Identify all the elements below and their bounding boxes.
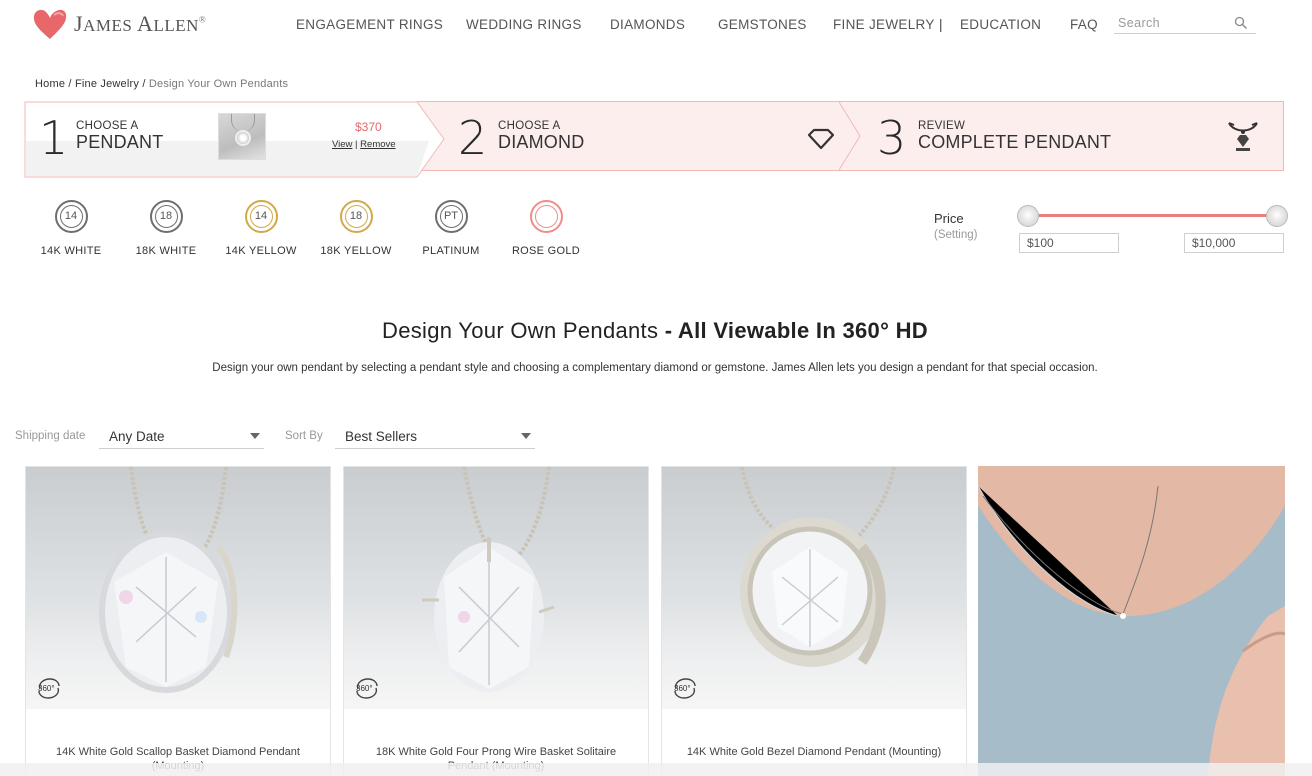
chevron-down-icon: [250, 433, 260, 439]
shipping-date-select[interactable]: Any Date: [99, 425, 264, 449]
search-icon[interactable]: [1234, 16, 1248, 30]
step-2-label: DIAMOND: [498, 132, 585, 152]
svg-text:360°: 360°: [674, 684, 691, 693]
pendant-photo: [99, 467, 238, 693]
nav-fine-jewelry[interactable]: FINE JEWELRY: [833, 17, 935, 32]
metal-18k-white[interactable]: 18 18K WHITE: [121, 200, 211, 257]
breadcrumb-home[interactable]: Home: [35, 78, 65, 90]
pendant-photo: [422, 467, 555, 692]
metal-label: 18K YELLOW: [320, 245, 392, 257]
metal-label: 18K WHITE: [135, 245, 197, 257]
page-title: Design Your Own Pendants - All Viewable …: [382, 318, 928, 343]
selected-pendant-price: $370: [355, 120, 382, 134]
breadcrumb-fine-jewelry[interactable]: Fine Jewelry: [75, 78, 139, 90]
nav-education[interactable]: EDUCATION: [960, 17, 1041, 32]
360-view-icon: 360°: [38, 678, 60, 699]
pendant-necklace-icon: [1228, 122, 1258, 151]
metal-rose-gold[interactable]: ROSE GOLD: [501, 200, 591, 257]
price-min-input[interactable]: [1019, 233, 1119, 253]
metal-14k-white[interactable]: 14 14K WHITE: [26, 200, 116, 257]
remove-pendant-link[interactable]: Remove: [360, 139, 395, 150]
metal-18k-yellow-swatch: 18: [339, 200, 373, 233]
metal-14k-yellow[interactable]: 14 14K YELLOW: [216, 200, 306, 257]
step-2-number: 2: [458, 111, 488, 165]
page-description: Design your own pendant by selecting a p…: [212, 362, 1098, 374]
product-image: 360°: [662, 467, 966, 709]
nav-engagement-rings[interactable]: ENGAGEMENT RINGS: [296, 17, 443, 32]
metal-18k-white-swatch: 18: [149, 200, 183, 233]
price-max-input[interactable]: [1184, 233, 1284, 253]
metal-label: 14K YELLOW: [225, 245, 297, 257]
product-card[interactable]: 360° 14K White Gold Bezel Diamond Pendan…: [661, 466, 967, 776]
woman-wearing-pendant-photo: [978, 466, 1285, 776]
lifestyle-photo: [978, 466, 1285, 776]
metal-label: ROSE GOLD: [511, 245, 581, 257]
step-1-label: PENDANT: [76, 132, 164, 152]
price-slider-max-handle[interactable]: [1266, 205, 1288, 227]
product-image: 360°: [26, 467, 330, 709]
nav-faq[interactable]: FAQ: [1070, 17, 1098, 32]
product-name[interactable]: 14K White Gold Bezel Diamond Pendant (Mo…: [672, 745, 956, 759]
pendant-photo: [740, 467, 896, 667]
price-label: Price: [934, 211, 964, 226]
site-header: JAMES ALLEN® ENGAGEMENT RINGS WEDDING RI…: [0, 0, 1312, 52]
sort-by-select[interactable]: Best Sellers: [335, 425, 535, 449]
metal-14k-white-swatch: 14: [54, 200, 88, 233]
nav-gemstones[interactable]: GEMSTONES: [718, 17, 807, 32]
shipping-date-label: Shipping date: [15, 430, 86, 442]
product-image: 360°: [344, 467, 648, 709]
metal-platinum-swatch: PT: [434, 200, 468, 233]
product-card[interactable]: 360° 14K White Gold Scallop Basket Diamo…: [25, 466, 331, 776]
breadcrumb: Home / Fine Jewelry / Design Your Own Pe…: [35, 78, 289, 90]
360-view-icon: 360°: [356, 678, 378, 699]
selected-pendant-thumbnail[interactable]: [218, 113, 266, 160]
step-3-number: 3: [877, 111, 907, 165]
svg-text:360°: 360°: [38, 684, 55, 693]
price-slider-min-handle[interactable]: [1017, 205, 1039, 227]
step-2-small-label: CHOOSE A: [498, 120, 561, 132]
360-view-icon: 360°: [674, 678, 696, 699]
breadcrumb-current: Design Your Own Pendants: [148, 78, 289, 90]
diamond-icon: [807, 128, 835, 150]
svg-text:360°: 360°: [356, 684, 373, 693]
step-1-small-label: CHOOSE A: [76, 120, 139, 132]
pendant-actions: View | Remove: [332, 139, 396, 150]
price-sublabel: (Setting): [934, 229, 978, 241]
search-input[interactable]: [1114, 14, 1226, 32]
nav-diamonds[interactable]: DIAMONDS: [610, 17, 685, 32]
bottom-bar: [0, 763, 1312, 776]
metal-label: 14K WHITE: [40, 245, 102, 257]
metal-18k-yellow[interactable]: 18 18K YELLOW: [311, 200, 401, 257]
step-1-number: 1: [39, 111, 69, 165]
step-3-small-label: REVIEW: [918, 120, 966, 132]
step-3-label: COMPLETE PENDANT: [918, 132, 1112, 152]
design-steps-bar: 1 CHOOSE A PENDANT $370 View | Remove 2 …: [24, 101, 1286, 178]
metal-label: PLATINUM: [422, 245, 480, 257]
sort-by-label: Sort By: [285, 430, 323, 442]
nav-wedding-rings[interactable]: WEDDING RINGS: [466, 17, 582, 32]
view-pendant-link[interactable]: View: [332, 139, 352, 150]
search-box: [1114, 14, 1256, 34]
price-slider-track[interactable]: [1027, 214, 1276, 217]
nav-separator: |: [939, 17, 943, 32]
product-card[interactable]: 360° 18K White Gold Four Prong Wire Bask…: [343, 466, 649, 776]
metal-platinum[interactable]: PT PLATINUM: [406, 200, 496, 257]
metal-rose-gold-swatch: [529, 200, 563, 233]
chevron-down-icon: [521, 433, 531, 439]
metal-14k-yellow-swatch: 14: [244, 200, 278, 233]
